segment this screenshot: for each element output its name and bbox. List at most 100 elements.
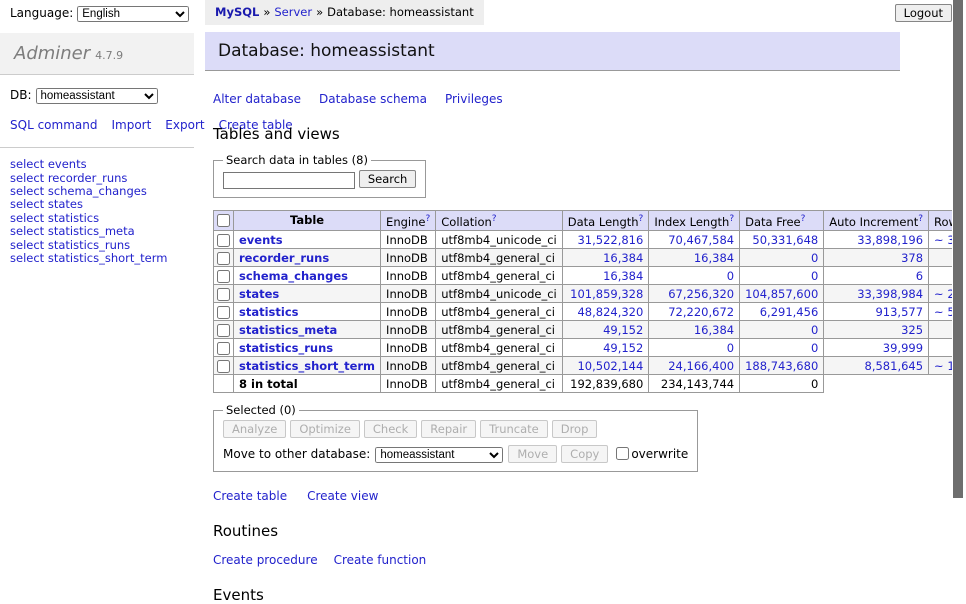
auto-increment-link[interactable]: 8,581,645: [865, 359, 924, 373]
data-free-cell: 104,857,600: [740, 285, 824, 303]
row-checkbox[interactable]: [217, 342, 230, 355]
data-free-link[interactable]: 50,331,648: [752, 233, 818, 247]
breadcrumb-mysql-link[interactable]: MySQL: [215, 5, 259, 19]
sidebar-select-link[interactable]: select statistics_meta: [10, 225, 184, 238]
data-free-link[interactable]: 188,743,680: [745, 359, 818, 373]
auto-increment-link[interactable]: 378: [901, 251, 923, 265]
database-schema-link[interactable]: Database schema: [319, 92, 427, 106]
table-name-link[interactable]: schema_changes: [239, 269, 348, 283]
check-button[interactable]: Check: [364, 420, 417, 438]
index-length-link[interactable]: 16,384: [694, 323, 734, 337]
optimize-button[interactable]: Optimize: [290, 420, 360, 438]
drop-button[interactable]: Drop: [552, 420, 598, 438]
index-length-link[interactable]: 0: [727, 269, 734, 283]
index-length-link[interactable]: 24,166,400: [668, 359, 734, 373]
row-checkbox[interactable]: [217, 324, 230, 337]
index-length-link[interactable]: 0: [727, 341, 734, 355]
table-row: statisticsInnoDButf8mb4_general_ci48,824…: [214, 303, 966, 321]
auto-increment-cell: 33,398,984: [824, 285, 929, 303]
table-name-link[interactable]: states: [239, 287, 279, 301]
repair-button[interactable]: Repair: [421, 420, 476, 438]
privileges-link[interactable]: Privileges: [445, 92, 503, 106]
create-function-link[interactable]: Create function: [334, 553, 427, 567]
auto-increment-link[interactable]: 913,577: [875, 305, 923, 319]
data-free-link[interactable]: 0: [811, 323, 818, 337]
sidebar-select-link[interactable]: select events: [10, 158, 184, 171]
index-length-link[interactable]: 70,467,584: [668, 233, 734, 247]
column-header-label: Table: [290, 213, 324, 227]
scrollbar-thumb[interactable]: [953, 0, 963, 498]
sidebar-link-import[interactable]: Import: [111, 118, 151, 132]
column-help-link[interactable]: ?: [729, 214, 734, 224]
data-length-link[interactable]: 16,384: [603, 269, 643, 283]
data-free-link[interactable]: 0: [811, 341, 818, 355]
row-checkbox[interactable]: [217, 252, 230, 265]
index-length-cell: 0: [649, 267, 740, 285]
column-help-link[interactable]: ?: [425, 214, 430, 224]
row-checkbox[interactable]: [217, 288, 230, 301]
auto-increment-link[interactable]: 39,999: [883, 341, 923, 355]
data-length-link[interactable]: 49,152: [603, 341, 643, 355]
analyze-button[interactable]: Analyze: [223, 420, 286, 438]
move-button[interactable]: Move: [508, 445, 557, 463]
table-name-link[interactable]: statistics_meta: [239, 323, 337, 337]
sidebar-select-link[interactable]: select statistics: [10, 212, 184, 225]
sidebar-link-export[interactable]: Export: [165, 118, 204, 132]
data-length-link[interactable]: 31,522,816: [577, 233, 643, 247]
auto-increment-link[interactable]: 33,898,196: [857, 233, 923, 247]
sidebar-select-link[interactable]: select states: [10, 198, 184, 211]
data-length-link[interactable]: 10,502,144: [577, 359, 643, 373]
sidebar-select-link[interactable]: select statistics_short_term: [10, 252, 184, 265]
table-name-link[interactable]: statistics_short_term: [239, 359, 375, 373]
copy-button[interactable]: Copy: [561, 445, 608, 463]
column-header-label: Auto Increment: [829, 215, 918, 229]
table-name-link[interactable]: statistics_runs: [239, 341, 333, 355]
totals-engine: InnoDB: [381, 375, 436, 393]
breadcrumb-server-link[interactable]: Server: [274, 5, 312, 19]
data-length-link[interactable]: 49,152: [603, 323, 643, 337]
truncate-button[interactable]: Truncate: [480, 420, 548, 438]
index-length-link[interactable]: 72,220,672: [668, 305, 734, 319]
column-help-link[interactable]: ?: [801, 214, 806, 224]
row-checkbox[interactable]: [217, 306, 230, 319]
sidebar-select-link[interactable]: select recorder_runs: [10, 172, 184, 185]
select-all-checkbox[interactable]: [217, 214, 230, 227]
table-name-link[interactable]: recorder_runs: [239, 251, 329, 265]
index-length-cell: 67,256,320: [649, 285, 740, 303]
db-select[interactable]: homeassistant: [36, 88, 158, 104]
overwrite-checkbox[interactable]: [616, 447, 629, 460]
sidebar-select-link[interactable]: select schema_changes: [10, 185, 184, 198]
data-length-link[interactable]: 16,384: [603, 251, 643, 265]
column-help-link[interactable]: ?: [492, 214, 497, 224]
create-table-link[interactable]: Create table: [213, 489, 287, 503]
logout-button[interactable]: Logout: [895, 4, 952, 22]
table-name-link[interactable]: events: [239, 233, 283, 247]
row-checkbox[interactable]: [217, 270, 230, 283]
auto-increment-link[interactable]: 6: [916, 269, 923, 283]
search-button[interactable]: Search: [359, 170, 417, 188]
search-input[interactable]: [223, 172, 355, 189]
data-free-link[interactable]: 0: [811, 251, 818, 265]
table-name-link[interactable]: statistics: [239, 305, 299, 319]
data-length-link[interactable]: 101,859,328: [570, 287, 643, 301]
data-length-link[interactable]: 48,824,320: [577, 305, 643, 319]
column-help-link[interactable]: ?: [918, 214, 923, 224]
create-view-link[interactable]: Create view: [307, 489, 378, 503]
column-header-label: Data Length: [568, 215, 639, 229]
index-length-link[interactable]: 67,256,320: [668, 287, 734, 301]
sidebar-select-link[interactable]: select statistics_runs: [10, 239, 184, 252]
data-free-link[interactable]: 104,857,600: [745, 287, 818, 301]
row-checkbox[interactable]: [217, 360, 230, 373]
move-db-select[interactable]: homeassistant: [375, 447, 503, 463]
language-select[interactable]: English: [77, 6, 189, 22]
auto-increment-link[interactable]: 33,398,984: [857, 287, 923, 301]
data-free-link[interactable]: 0: [811, 269, 818, 283]
auto-increment-link[interactable]: 325: [901, 323, 923, 337]
index-length-link[interactable]: 16,384: [694, 251, 734, 265]
create-procedure-link[interactable]: Create procedure: [213, 553, 318, 567]
sidebar-link-sql-command[interactable]: SQL command: [10, 118, 97, 132]
data-free-link[interactable]: 6,291,456: [760, 305, 819, 319]
column-help-link[interactable]: ?: [639, 214, 644, 224]
alter-database-link[interactable]: Alter database: [213, 92, 301, 106]
row-checkbox[interactable]: [217, 234, 230, 247]
